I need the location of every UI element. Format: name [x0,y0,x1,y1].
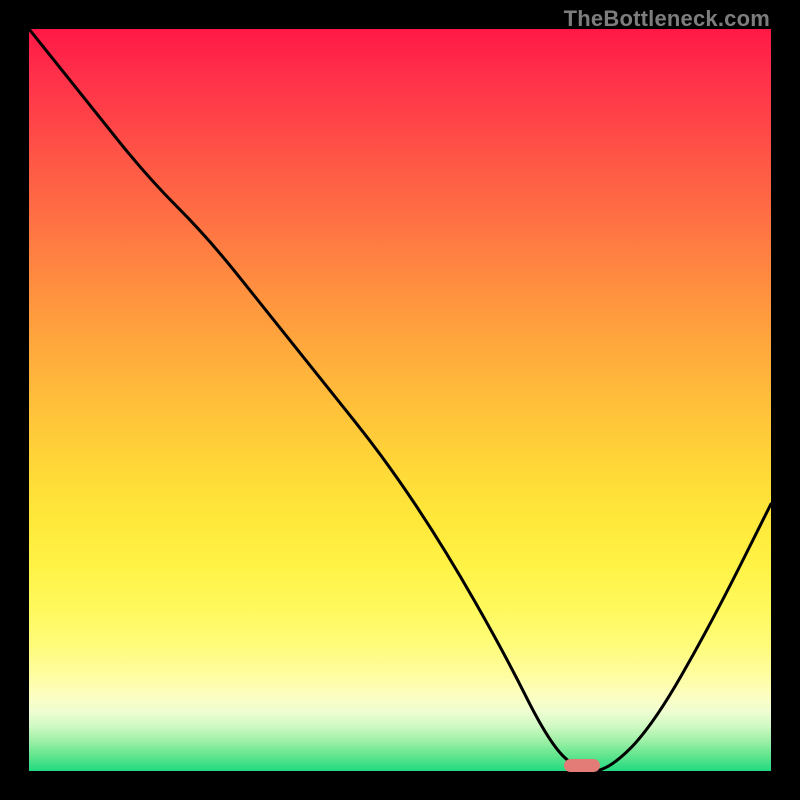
plot-area [29,29,771,771]
bottleneck-curve [29,29,771,771]
chart-frame: TheBottleneck.com [0,0,800,800]
optimal-marker [564,759,600,772]
